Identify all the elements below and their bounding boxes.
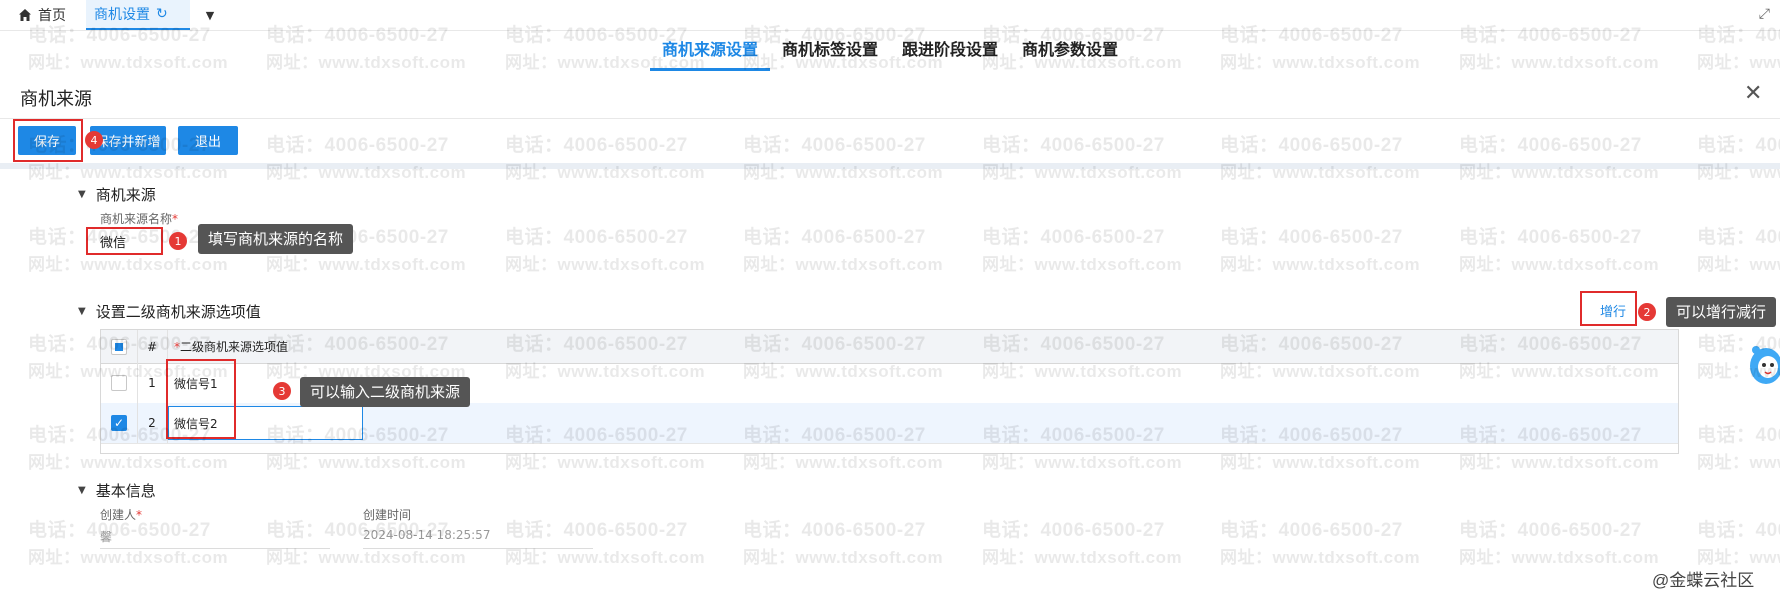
- watermark-site: 网址：www.tdxsoft.com: [982, 548, 1183, 567]
- watermark-site: 网址：www.tdxsoft.com: [1697, 548, 1780, 567]
- required-mark: *: [136, 508, 143, 522]
- community-watermark: @金蝶云社区: [1652, 571, 1755, 590]
- annotation-badge-4: 4: [85, 131, 103, 149]
- watermark-phone: 电话：4006-6500-27: [1459, 520, 1642, 541]
- watermark-phone: 电话：4006-6500-27: [505, 520, 688, 541]
- watermark-site: 网址：www.tdxsoft.com: [28, 548, 229, 567]
- watermark-site: 网址：www.tdxsoft.com: [266, 53, 467, 72]
- watermark-layer: 电话：4006-6500-27 网址：www.tdxsoft.com 电话：4006…: [0, 0, 1780, 601]
- select-all-checkbox[interactable]: [111, 338, 127, 355]
- source-name-label: 商机来源名称*: [100, 210, 178, 227]
- row-check-cell: [109, 363, 129, 403]
- nav-tag-settings[interactable]: 商机标签设置: [770, 30, 890, 68]
- watermark-site: 网址：www.tdxsoft.com: [28, 53, 229, 72]
- annotation-badge-2: 2: [1638, 303, 1656, 321]
- watermark-site: 网址：www.tdxsoft.com: [982, 255, 1183, 274]
- annotation-badge-1: 1: [169, 232, 187, 250]
- dialog-title: 商机来源: [20, 89, 92, 110]
- exit-button[interactable]: 退出: [178, 126, 238, 155]
- nav-source-settings[interactable]: 商机来源设置: [650, 30, 771, 71]
- fullscreen-icon[interactable]: ⤢: [1759, 6, 1770, 22]
- dialog-toolbar: 保存 保存并新增 退出: [0, 119, 1780, 165]
- watermark-phone: 电话：4006-6500-27: [505, 227, 688, 248]
- watermark-phone: 电话：4006-6500-27: [1220, 227, 1403, 248]
- tab-dropdown-icon[interactable]: ▼: [200, 0, 220, 30]
- caret-down-icon: ▼: [78, 306, 86, 317]
- created-time-label: 创建时间: [363, 508, 412, 522]
- annotation-tip-2: 可以增行减行: [1666, 297, 1777, 327]
- assistant-mascot-icon[interactable]: [1744, 342, 1780, 392]
- caret-down-icon: ▼: [78, 485, 86, 496]
- watermark-site: 网址：www.tdxsoft.com: [1459, 53, 1660, 72]
- section-source-header[interactable]: ▼ 商机来源: [78, 184, 156, 205]
- tab-home[interactable]: 首页: [18, 0, 66, 30]
- watermark-site: 网址：www.tdxsoft.com: [1459, 548, 1660, 567]
- col-index-header: #: [146, 339, 158, 354]
- highlight-source-name: [86, 227, 163, 255]
- created-time-underline: [363, 548, 593, 549]
- settings-nav: 商机来源设置 商机标签设置 跟进阶段设置 商机参数设置: [650, 30, 1130, 71]
- row-index: 2: [148, 416, 156, 430]
- watermark-site: 网址：www.tdxsoft.com: [1220, 53, 1421, 72]
- tab-opportunity-settings[interactable]: 商机设置 ↻: [86, 0, 190, 30]
- watermark-site: 网址：www.tdxsoft.com: [505, 548, 706, 567]
- tab-home-label: 首页: [38, 8, 66, 24]
- row-checkbox[interactable]: [111, 375, 127, 391]
- section-source-title: 商机来源: [95, 186, 156, 204]
- creator-underline: [100, 548, 330, 549]
- watermark-site: 网址：www.tdxsoft.com: [266, 548, 467, 567]
- watermark-site: 网址：www.tdxsoft.com: [1459, 255, 1660, 274]
- watermark-phone: 电话：4006-6500-27: [1459, 227, 1642, 248]
- refresh-icon[interactable]: ↻: [156, 6, 168, 22]
- watermark-site: 网址：www.tdxsoft.com: [743, 548, 944, 567]
- section-options-title: 设置二级商机来源选项值: [95, 303, 261, 321]
- select-all-cell: [109, 330, 129, 363]
- row-index: 1: [148, 376, 156, 390]
- watermark-phone: 电话：4006-6500-27: [1697, 425, 1780, 446]
- creator-label: 创建人*: [100, 506, 142, 523]
- watermark-phone: 电话：4006-6500-27: [743, 520, 926, 541]
- annotation-tip-3: 可以输入二级商机来源: [300, 377, 471, 407]
- source-name-label-text: 商机来源名称: [100, 212, 173, 226]
- watermark-site: 网址：www.tdxsoft.com: [743, 255, 944, 274]
- watermark-phone: 电话：4006-6500-27: [982, 520, 1165, 541]
- creator-value: 馨: [100, 530, 113, 544]
- watermark-phone: 电话：4006-6500-27: [743, 227, 926, 248]
- created-time-value: 2024-08-14 18:25:57: [363, 528, 491, 542]
- watermark-site: 网址：www.tdxsoft.com: [1697, 255, 1780, 274]
- highlight-option-values: [166, 359, 236, 439]
- highlight-save: [13, 119, 83, 162]
- watermark-site: 网址：www.tdxsoft.com: [1697, 53, 1780, 72]
- table-row[interactable]: ✓ 2 微信号2: [101, 403, 1678, 444]
- watermark-site: 网址：www.tdxsoft.com: [1697, 453, 1780, 472]
- watermark-phone: 电话：4006-6500-27: [1697, 227, 1780, 248]
- watermark-phone: 电话：4006-6500-27: [1220, 520, 1403, 541]
- creator-label-text: 创建人: [100, 508, 137, 522]
- checkmark-icon[interactable]: ✓: [111, 415, 127, 431]
- section-basic-title: 基本信息: [95, 482, 156, 500]
- watermark-phone: 电话：4006-6500-27: [1697, 520, 1780, 541]
- nav-param-settings[interactable]: 商机参数设置: [1010, 30, 1130, 68]
- close-icon[interactable]: ✕: [1744, 83, 1762, 105]
- tab-active-label: 商机设置: [94, 7, 150, 23]
- watermark-site: 网址：www.tdxsoft.com: [505, 255, 706, 274]
- nav-stage-settings[interactable]: 跟进阶段设置: [890, 30, 1010, 68]
- highlight-add-row: [1580, 291, 1637, 326]
- watermark-site: 网址：www.tdxsoft.com: [1220, 548, 1421, 567]
- caret-down-icon: ▼: [78, 189, 86, 200]
- section-options-header[interactable]: ▼ 设置二级商机来源选项值: [78, 301, 261, 322]
- toolbar-divider: [0, 163, 1780, 169]
- annotation-badge-3: 3: [273, 382, 291, 400]
- top-tab-bar: 首页 商机设置 ↻ ▼ ⤢: [0, 0, 1780, 31]
- grid-header-row: # * 二级商机来源选项值: [101, 330, 1678, 364]
- row-check-cell: ✓: [109, 403, 129, 443]
- col-value-header-text: 二级商机来源选项值: [180, 340, 289, 354]
- annotation-tip-1: 填写商机来源的名称: [198, 224, 354, 254]
- watermark-site: 网址：www.tdxsoft.com: [1220, 255, 1421, 274]
- required-mark: *: [172, 212, 179, 226]
- home-icon: [19, 9, 31, 21]
- watermark-phone: 电话：4006-6500-27: [982, 227, 1165, 248]
- section-basic-header[interactable]: ▼ 基本信息: [78, 480, 156, 501]
